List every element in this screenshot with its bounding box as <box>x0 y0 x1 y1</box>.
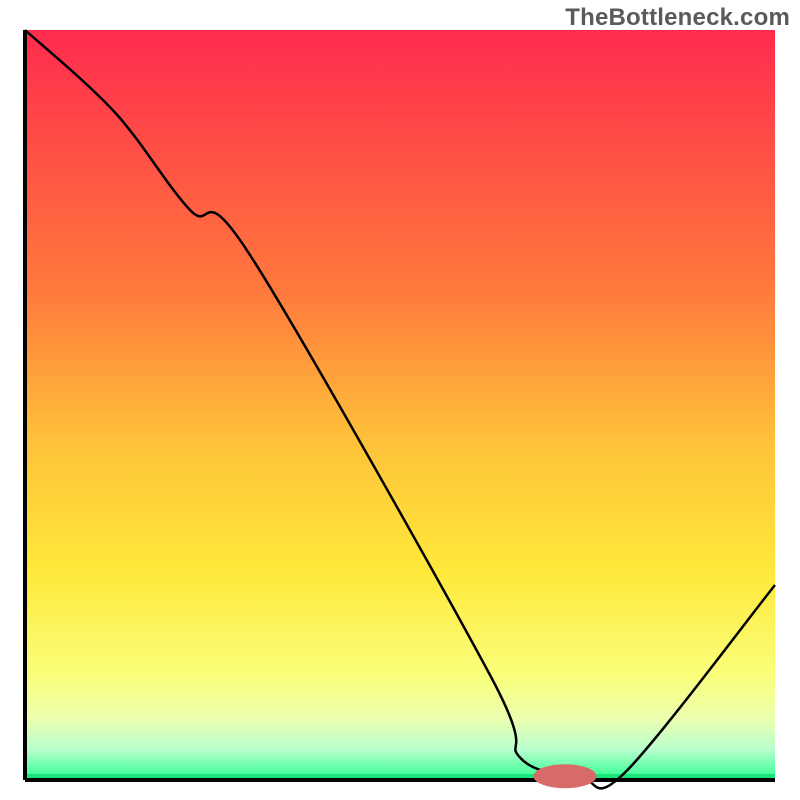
gradient-background <box>25 30 775 780</box>
chart-frame: TheBottleneck.com <box>0 0 800 800</box>
bottleneck-chart <box>0 0 800 800</box>
optimal-marker <box>534 764 597 788</box>
